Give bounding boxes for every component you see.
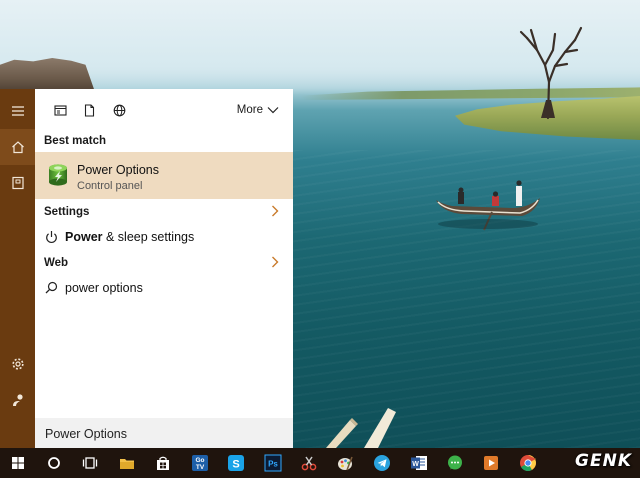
windows-start-icon (12, 457, 24, 469)
best-match-subtitle: Control panel (77, 180, 143, 192)
web-search-result[interactable]: power options (35, 275, 293, 301)
dead-tree (519, 26, 583, 120)
svg-text:W: W (412, 461, 419, 468)
windows-store-icon (157, 456, 169, 470)
snipping-tool-button[interactable] (291, 448, 327, 478)
photoshop-icon: Ps (264, 454, 282, 472)
power-sleep-settings-rest: & sleep settings (102, 230, 195, 244)
power-icon (46, 231, 57, 244)
paint-button[interactable] (327, 448, 363, 478)
best-match-heading: Best match (44, 135, 106, 147)
file-explorer-button[interactable] (109, 448, 145, 478)
apps-filter-icon (53, 104, 67, 116)
start-button[interactable] (0, 448, 36, 478)
more-filters-label: More (236, 104, 263, 116)
search-icon (45, 281, 58, 294)
chat-app-button[interactable] (437, 448, 473, 478)
chrome-icon (520, 455, 536, 471)
telegram-button[interactable] (364, 448, 400, 478)
skype-icon: S (228, 455, 244, 471)
notebook-icon (11, 176, 24, 190)
svg-text:Go: Go (195, 457, 204, 464)
web-globe-icon (113, 104, 125, 116)
apps-filter-button[interactable] (52, 102, 68, 118)
cortana-circle-icon (48, 457, 60, 469)
hamburger-menu-button[interactable] (0, 93, 35, 129)
svg-text:TV: TV (196, 464, 205, 471)
cortana-button[interactable] (36, 448, 72, 478)
power-sleep-settings-label: Power & sleep settings (65, 230, 194, 244)
skype-button[interactable]: S (218, 448, 254, 478)
home-icon (11, 141, 24, 154)
svg-text:S: S (232, 459, 239, 471)
chevron-right-icon (272, 256, 279, 268)
search-input[interactable]: Power Options (35, 418, 293, 448)
svg-text:Ps: Ps (268, 460, 278, 469)
notebook-button[interactable] (0, 165, 35, 201)
media-player-icon (484, 456, 498, 470)
chrome-button[interactable] (510, 448, 546, 478)
power-sleep-settings-bold: Power (65, 230, 103, 244)
settings-gear-icon (11, 358, 24, 370)
gotv-app-icon: GoTV (192, 455, 208, 471)
hamburger-menu-icon (11, 106, 24, 116)
documents-filter-button[interactable] (81, 102, 97, 118)
word-icon: W (411, 456, 427, 470)
web-search-label: power options (65, 281, 143, 295)
file-explorer-icon (120, 459, 134, 469)
windows-store-button[interactable] (145, 448, 181, 478)
paint-icon (338, 456, 353, 471)
feedback-icon (12, 394, 23, 406)
wooden-dock (326, 408, 396, 448)
chevron-right-icon (272, 205, 279, 217)
power-options-battery-icon (49, 164, 67, 186)
snipping-tool-icon (301, 456, 317, 471)
task-view-button[interactable] (72, 448, 108, 478)
power-sleep-settings-result[interactable]: Power & sleep settings (35, 224, 293, 250)
more-filters-button[interactable]: More (237, 102, 279, 118)
feedback-button[interactable] (0, 382, 35, 418)
search-filter-bar: More (35, 89, 293, 129)
start-menu-rail (0, 89, 35, 448)
chat-app-icon (448, 455, 462, 470)
chevron-down-icon (267, 107, 279, 114)
settings-heading: Settings (44, 206, 90, 218)
best-match-result[interactable]: Power Options Control panel (35, 152, 293, 199)
gotv-app-button[interactable]: Go TV (182, 448, 218, 478)
word-button[interactable]: W (401, 448, 437, 478)
watermark-logo: GENK (575, 451, 632, 471)
taskbar: Go TV S Ps W (0, 448, 640, 478)
web-heading: Web (44, 257, 69, 269)
web-section-header[interactable]: Web (35, 252, 293, 274)
web-filter-button[interactable] (111, 102, 127, 118)
settings-section-header[interactable]: Settings (35, 201, 293, 223)
search-results-panel: More Best match Power Options Control pa… (35, 89, 293, 448)
photoshop-button[interactable]: Ps (255, 448, 291, 478)
best-match-title: Power Options (77, 163, 159, 177)
task-view-icon (82, 457, 98, 469)
documents-filter-icon (84, 103, 94, 117)
search-input-value: Power Options (45, 427, 127, 441)
home-button[interactable] (0, 129, 35, 165)
fishing-boat (436, 180, 540, 231)
settings-button[interactable] (0, 346, 35, 382)
telegram-icon (374, 455, 390, 471)
media-player-button[interactable] (473, 448, 509, 478)
